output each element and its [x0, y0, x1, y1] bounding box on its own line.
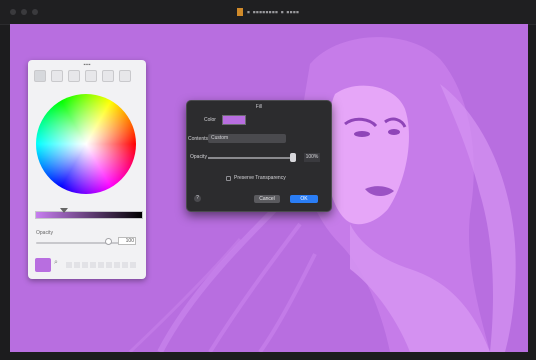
pencils-icon[interactable]: [119, 70, 131, 82]
sliders-icon[interactable]: [51, 70, 63, 82]
window-title: ▪ ▪▪▪▪▪▪▪▪ ▪ ▪▪▪▪: [0, 7, 536, 17]
contents-popup[interactable]: Custom: [208, 134, 286, 143]
ok-button[interactable]: OK: [290, 195, 318, 203]
image-palette-icon[interactable]: [85, 70, 97, 82]
window-bottom-edge: [0, 352, 536, 360]
color-label: Color: [204, 117, 216, 123]
panel-opacity-label: Opacity: [36, 230, 53, 236]
opacity-label: Opacity: [190, 154, 207, 160]
preserve-transparency-checkbox[interactable]: [226, 176, 231, 181]
palette-icon[interactable]: [68, 70, 80, 82]
window-title-text: ▪ ▪▪▪▪▪▪▪▪ ▪ ▪▪▪▪: [246, 7, 300, 17]
colors-panel: ▪▪▪▪: [28, 60, 146, 279]
saved-swatches[interactable]: [66, 262, 138, 268]
dialog-title: Fill: [255, 104, 263, 110]
panel-opacity-field[interactable]: 100: [118, 237, 136, 245]
color-well[interactable]: [222, 115, 246, 125]
document-icon: [236, 8, 243, 16]
window-titlebar: ▪ ▪▪▪▪▪▪▪▪ ▪ ▪▪▪▪: [0, 0, 536, 25]
brightness-slider-thumb[interactable]: [60, 208, 68, 213]
cancel-button[interactable]: Cancel: [254, 195, 280, 203]
opacity-value-field[interactable]: 100%: [304, 153, 320, 162]
current-color-swatch[interactable]: [35, 258, 51, 272]
contents-label: Contents: [188, 136, 209, 142]
opacity-slider-thumb[interactable]: [290, 153, 296, 162]
brightness-slider[interactable]: [35, 211, 143, 219]
color-mode-toolbar: [34, 70, 140, 84]
contents-popup-value: Custom: [211, 135, 229, 141]
opacity-slider[interactable]: [208, 157, 294, 159]
color-wheel[interactable]: [36, 94, 136, 194]
preserve-transparency-label: Preserve Transparency: [234, 175, 286, 181]
eyedropper-icon[interactable]: ⌕: [54, 259, 58, 267]
colors-panel-title: ▪▪▪▪: [83, 62, 91, 68]
panel-opacity-knob[interactable]: [105, 238, 112, 245]
color-wheel-icon[interactable]: [34, 70, 46, 82]
help-button[interactable]: ?: [194, 195, 201, 202]
crayons-icon[interactable]: [102, 70, 114, 82]
